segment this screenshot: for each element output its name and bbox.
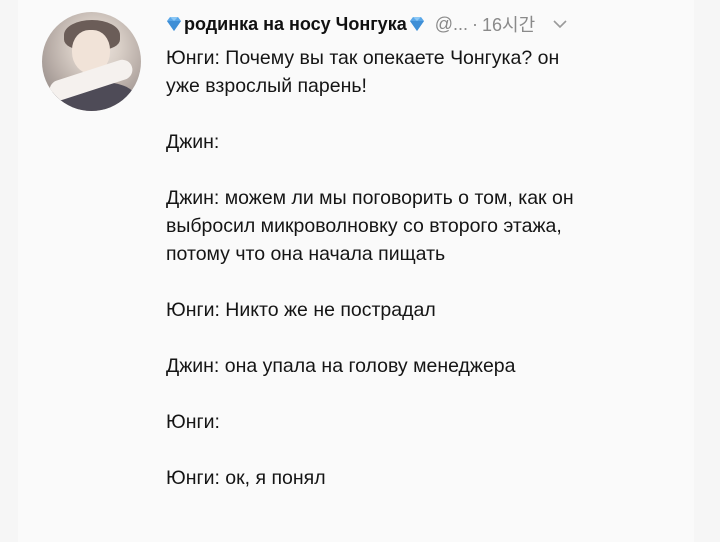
tweet-line: выбросил микроволновку со второго этажа, bbox=[166, 215, 562, 237]
tweet-line: Юнги: Почему вы так опекаете Чонгука? он bbox=[166, 47, 560, 69]
display-name[interactable]: родинка на носу Чонгука bbox=[184, 14, 407, 35]
screenshot-frame: родинка на носу Чонгука @... · 16시간 Юнги… bbox=[0, 0, 720, 542]
blue-diamond-icon bbox=[167, 17, 181, 31]
tweet-text: Юнги: Почему вы так опекаете Чонгука? он… bbox=[166, 44, 686, 492]
handle[interactable]: @... bbox=[435, 14, 468, 35]
time-separator: · bbox=[472, 13, 478, 34]
timestamp[interactable]: 16시간 bbox=[482, 11, 535, 37]
tweet-line: Джин: можем ли мы поговорить о том, как … bbox=[166, 187, 574, 209]
tweet-line: Джин: bbox=[166, 131, 220, 153]
chevron-down-icon[interactable] bbox=[553, 19, 567, 29]
tweet-line: потому что она начала пищать bbox=[166, 243, 446, 265]
blue-diamond-icon bbox=[409, 17, 424, 31]
tweet-line: Юнги: ок, я понял bbox=[166, 467, 326, 489]
tweet-line: Джин: она упала на голову менеджера bbox=[166, 355, 516, 377]
tweet-line: Юнги: Никто же не пострадал bbox=[166, 299, 436, 321]
tweet-line: Юнги: bbox=[166, 411, 220, 433]
avatar[interactable] bbox=[42, 12, 141, 111]
tweet-line: уже взрослый парень! bbox=[166, 75, 367, 97]
tweet-header: родинка на носу Чонгука @... · 16시간 bbox=[166, 11, 567, 37]
